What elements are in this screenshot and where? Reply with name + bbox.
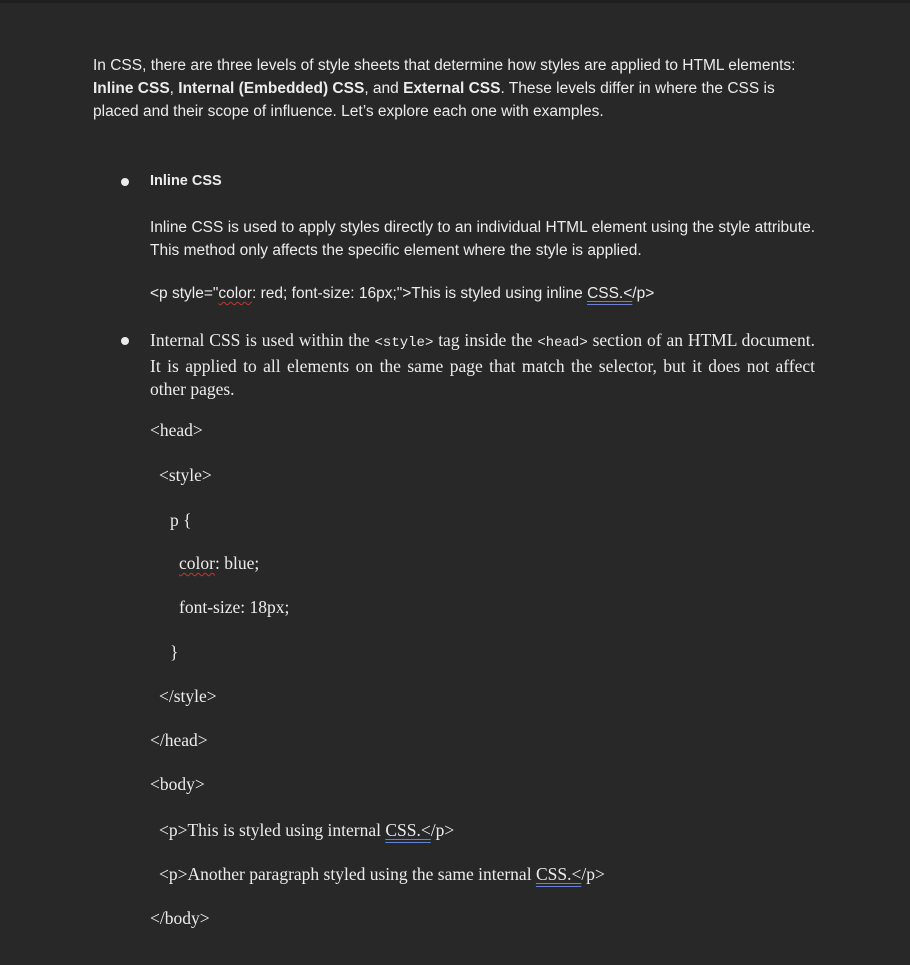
- inline-css-description: Inline CSS is used to apply styles direc…: [150, 219, 815, 259]
- code-text: <p>This is styled using internal: [159, 820, 386, 840]
- intro-text: In CSS, there are three levels of style …: [93, 57, 796, 74]
- intro-sep: ,: [169, 80, 179, 97]
- code-text: : red; font-size: 16px;">This is styled …: [252, 285, 588, 302]
- code-head-open: <head>: [150, 420, 203, 440]
- inline-css-heading: Inline CSS: [150, 173, 222, 189]
- description-text: Internal CSS is used within the: [150, 330, 375, 350]
- intro-sep: , and: [364, 80, 404, 97]
- intro-bold-inline: Inline CSS: [93, 80, 170, 97]
- code-text: /p>: [632, 285, 655, 302]
- code-text: /p>: [430, 820, 455, 840]
- grammar-flagged-word: CSS.<: [587, 285, 633, 302]
- code-text: : blue;: [214, 553, 260, 573]
- code-color-rule: color: blue;: [179, 553, 259, 574]
- code-text: <p style=": [150, 285, 219, 302]
- spelling-flagged-word: color: [218, 285, 253, 302]
- code-paragraph-2: <p>Another paragraph styled using the sa…: [159, 864, 605, 885]
- inline-code-head-tag: <head>: [537, 335, 588, 351]
- intro-bold-external: External CSS: [403, 80, 501, 97]
- code-paragraph-1: <p>This is styled using internal CSS.</p…: [159, 820, 454, 841]
- code-body-open: <body>: [150, 774, 205, 794]
- code-body-close: </body>: [150, 908, 210, 928]
- code-style-close: </style>: [159, 686, 217, 706]
- bullet-icon: [121, 178, 129, 186]
- intro-bold-internal: Internal (Embedded) CSS: [178, 80, 365, 97]
- grammar-flagged-word: CSS.<: [535, 864, 582, 884]
- description-text: tag inside the: [433, 330, 538, 350]
- intro-paragraph: In CSS, there are three levels of style …: [93, 54, 818, 123]
- code-selector: p {: [170, 510, 192, 530]
- code-text: <p>Another paragraph styled using the sa…: [159, 864, 536, 884]
- spelling-flagged-word: color: [179, 553, 215, 573]
- code-brace-close: }: [170, 642, 179, 662]
- inline-code-example: <p style="color: red; font-size: 16px;">…: [150, 285, 654, 303]
- inline-code-style-tag: <style>: [374, 335, 434, 351]
- grammar-flagged-word: CSS.<: [385, 820, 431, 840]
- bullet-icon: [121, 337, 129, 345]
- code-style-open: <style>: [159, 465, 212, 485]
- window-top-band: [0, 0, 910, 3]
- code-head-close: </head>: [150, 730, 208, 750]
- code-font-size-rule: font-size: 18px;: [179, 597, 290, 617]
- internal-css-description: Internal CSS is used within the <style> …: [150, 329, 815, 401]
- code-text: /p>: [581, 864, 605, 884]
